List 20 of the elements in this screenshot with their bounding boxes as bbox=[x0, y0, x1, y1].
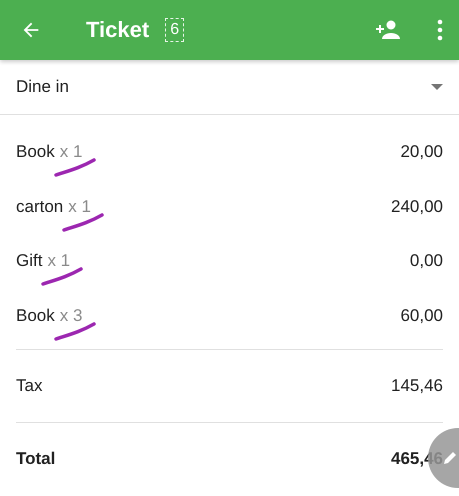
item-quantity: x 1 bbox=[60, 142, 82, 162]
item-price: 240,00 bbox=[391, 196, 443, 217]
tax-value: 145,46 bbox=[391, 376, 443, 396]
tax-label: Tax bbox=[16, 376, 42, 396]
item-name: carton bbox=[16, 196, 64, 217]
item-price: 20,00 bbox=[400, 142, 443, 162]
item-quantity: x 1 bbox=[47, 251, 70, 270]
item-quantity: x 1 bbox=[68, 196, 91, 216]
screen-title: Ticket bbox=[86, 17, 150, 43]
dropdown-caret-icon bbox=[431, 84, 443, 90]
item-name: Book bbox=[16, 142, 55, 162]
item-price: 60,00 bbox=[400, 306, 443, 326]
item-name: Book bbox=[16, 306, 55, 326]
item-price: 0,00 bbox=[410, 251, 443, 272]
item-quantity: x 3 bbox=[60, 306, 82, 325]
item-name: Gift bbox=[16, 251, 42, 272]
ticket-count: 6 bbox=[165, 18, 184, 42]
total-label: Total bbox=[16, 449, 56, 469]
order-type-dropdown[interactable]: Dine in bbox=[0, 60, 459, 115]
pencil-icon bbox=[442, 450, 458, 466]
